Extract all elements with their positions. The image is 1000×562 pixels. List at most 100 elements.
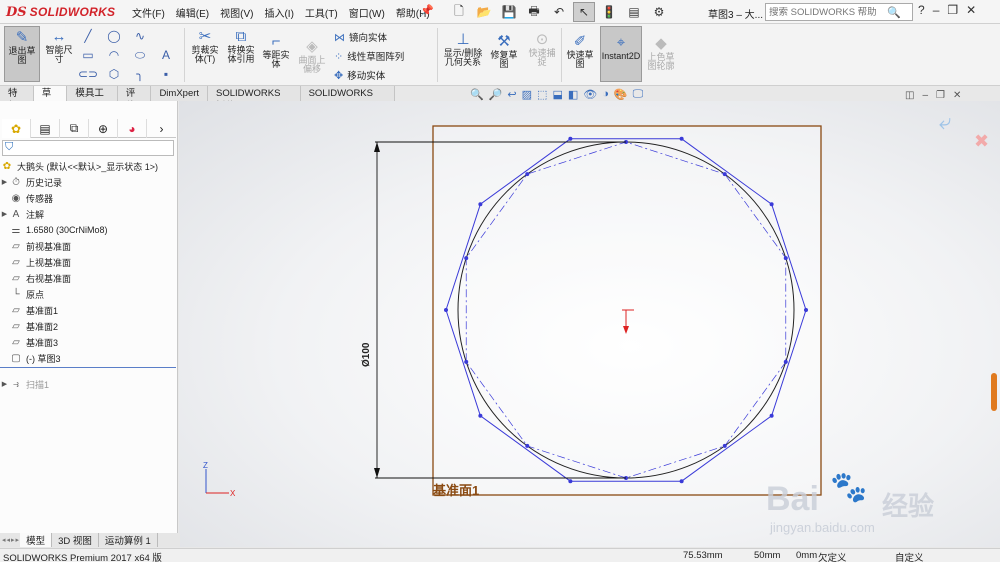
polygon-vertex[interactable] <box>722 172 727 177</box>
polygon-vertex[interactable] <box>444 308 448 312</box>
view-orientation-icon[interactable]: ⬓ <box>552 88 562 101</box>
viewport-close-icon[interactable]: ✕ <box>953 90 961 101</box>
tree-item[interactable]: ▱ 基准面3 <box>0 334 176 350</box>
display-style-icon[interactable]: ◧ <box>568 88 578 101</box>
polygon-vertex[interactable] <box>769 202 774 207</box>
select-cursor-icon[interactable]: ↖ <box>573 2 595 22</box>
menu-tools[interactable]: 工具(T) <box>305 5 338 20</box>
print-icon[interactable]: 🖶 <box>523 2 545 22</box>
polygon-vertex[interactable] <box>804 308 808 312</box>
convert-entities-button[interactable]: ⧉ 转换实 体引用 <box>223 29 259 64</box>
tab-scroll-arrows-icon[interactable]: ◂◂▸▸ <box>2 536 20 544</box>
tab-features[interactable]: 特征 <box>0 86 34 112</box>
diameter-dimension-label[interactable]: Ø100 <box>361 343 372 367</box>
point-icon[interactable]: ▪ <box>156 67 176 81</box>
confirmation-corner-accept-icon[interactable]: ⤶ <box>939 109 951 135</box>
polygon-vertex[interactable] <box>525 443 530 448</box>
open-folder-icon[interactable]: 📂 <box>473 2 495 22</box>
shaded-sketch-contours-button[interactable]: ◆ 上色草 图轮廓 <box>643 36 679 71</box>
tab-evaluate[interactable]: 评估 <box>117 86 152 112</box>
scene-icon[interactable]: 🎨 <box>614 88 628 101</box>
circle-icon[interactable]: ◯ <box>104 29 124 43</box>
previous-view-icon[interactable]: ↩ <box>507 88 516 101</box>
pin-icon[interactable]: 📌 <box>420 4 434 17</box>
polygon-vertex[interactable] <box>478 202 483 207</box>
slot-icon[interactable]: ⊂⊃ <box>78 67 98 81</box>
menu-view[interactable]: 视图(V) <box>220 5 253 20</box>
display-manager-tab-icon[interactable]: ◕ <box>118 119 147 138</box>
configuration-manager-tab-icon[interactable]: ⧉ <box>60 119 89 138</box>
expand-arrow-icon[interactable]: ▶ <box>0 178 9 186</box>
trim-entities-button[interactable]: ✂ 剪裁实 体(T) <box>188 29 222 64</box>
ellipse-icon[interactable]: ⬭ <box>130 48 150 63</box>
offset-entities-button[interactable]: ⌐ 等距实 体 <box>259 34 293 69</box>
rectangle-icon[interactable]: ▭ <box>78 48 98 63</box>
file-properties-icon[interactable]: ▤ <box>623 2 645 22</box>
tree-item[interactable]: ▶ A 注解 <box>0 206 176 222</box>
tab-sketch[interactable]: 草图 <box>33 86 68 112</box>
tab-mold-tools[interactable]: 模具工具 <box>67 86 118 112</box>
display-delete-relations-button[interactable]: ⊥ 显示/删除 几何关系 <box>440 32 486 67</box>
instant2d-button[interactable]: ⌖ Instant2D <box>600 26 642 82</box>
smart-dimension-button[interactable]: ↔ 智能尺 寸 <box>42 29 76 64</box>
exit-sketch-button[interactable]: ✎ 退出草 图 <box>4 26 40 82</box>
tab-dimxpert[interactable]: DimXpert <box>151 86 209 101</box>
polygon-vertex[interactable] <box>769 413 774 418</box>
quick-snaps-button[interactable]: ⊙ 快速捕 捉 <box>525 32 559 67</box>
menu-insert[interactable]: 插入(I) <box>264 5 293 20</box>
tree-item[interactable]: ▶ ⥽ 扫描1 <box>0 376 176 392</box>
repair-sketch-button[interactable]: ⚒ 修复草 图 <box>487 34 521 69</box>
traffic-light-icon[interactable]: 🚦 <box>598 2 620 22</box>
tree-item[interactable]: ▱ 前视基准面 <box>0 238 176 254</box>
polygon-vertex[interactable] <box>679 136 684 141</box>
fillet-icon[interactable]: ╮ <box>130 67 150 81</box>
task-pane-slider[interactable] <box>991 373 997 411</box>
tree-item[interactable]: ◉ 传感器 <box>0 190 176 206</box>
save-icon[interactable]: 💾 <box>498 2 520 22</box>
polygon-vertex[interactable] <box>568 479 573 484</box>
polygon-vertex[interactable] <box>722 443 727 448</box>
menu-file[interactable]: 文件(F) <box>132 5 165 20</box>
polygon-vertex[interactable] <box>478 413 483 418</box>
polygon-vertex[interactable] <box>464 256 469 261</box>
panel-scroll-right-icon[interactable]: › <box>147 119 176 138</box>
undo-icon[interactable]: ↶ <box>548 2 570 22</box>
offset-on-surface-button[interactable]: ◈ 曲面上 偏移 <box>294 39 330 74</box>
dimxpert-manager-tab-icon[interactable]: ⊕ <box>89 119 118 138</box>
minimize-icon[interactable]: – <box>933 3 940 17</box>
property-manager-tab-icon[interactable]: ▤ <box>31 119 60 138</box>
filter-icon[interactable]: ⛉ <box>2 140 174 156</box>
hide-show-icon[interactable]: 👁 <box>583 88 597 101</box>
mirror-entities-button[interactable]: ⋈ 镜向实体 <box>334 30 387 45</box>
menu-edit[interactable]: 编辑(E) <box>176 5 209 20</box>
move-entities-button[interactable]: ✥ 移动实体 <box>334 68 385 83</box>
plane-label[interactable]: 基准面1 <box>433 480 479 499</box>
polygon-vertex[interactable] <box>464 359 469 364</box>
tree-root[interactable]: ✿ 大鹅头 (默认<<默认>_显示状态 1>) <box>0 158 176 174</box>
tab-3d-views[interactable]: 3D 视图 <box>52 533 99 547</box>
tree-item[interactable]: ▱ 基准面1 <box>0 302 176 318</box>
line-icon[interactable]: ╱ <box>78 29 98 43</box>
spline-icon[interactable]: ∿ <box>130 29 150 43</box>
rapid-sketch-button[interactable]: ✐ 快速草 图 <box>563 34 597 69</box>
tree-item[interactable]: └ 原点 <box>0 286 176 302</box>
polygon-icon[interactable]: ⬡ <box>104 67 124 81</box>
section-view-icon[interactable]: ▨ <box>522 88 532 101</box>
tree-item[interactable]: ▶ ⏱ 历史记录 <box>0 174 176 190</box>
tab-model[interactable]: 模型 <box>20 533 53 547</box>
zoom-to-fit-icon[interactable]: 🔍 <box>470 88 484 101</box>
tree-item[interactable]: ▢ (-) 草图3 <box>0 350 176 366</box>
zoom-area-icon[interactable]: 🔎 <box>489 88 503 101</box>
viewport-restore-icon[interactable]: ❐ <box>936 90 945 101</box>
expand-arrow-icon[interactable]: ▶ <box>0 210 9 218</box>
tree-item[interactable]: ⚌ 1.6580 (30CrNiMo8) <box>0 222 176 238</box>
confirmation-corner-cancel-icon[interactable]: ✖ <box>974 131 989 152</box>
polygon-vertex[interactable] <box>525 172 530 177</box>
polygon-vertex[interactable] <box>783 359 788 364</box>
rollback-bar[interactable] <box>0 367 176 368</box>
close-icon[interactable]: ✕ <box>966 3 976 17</box>
dynamic-annotation-icon[interactable]: ⬚ <box>537 88 547 101</box>
viewport-minimize-icon[interactable]: – <box>922 90 928 101</box>
expand-arrow-icon[interactable]: ▶ <box>0 380 9 388</box>
tab-mbd[interactable]: SOLIDWORKS MBD <box>300 86 395 112</box>
